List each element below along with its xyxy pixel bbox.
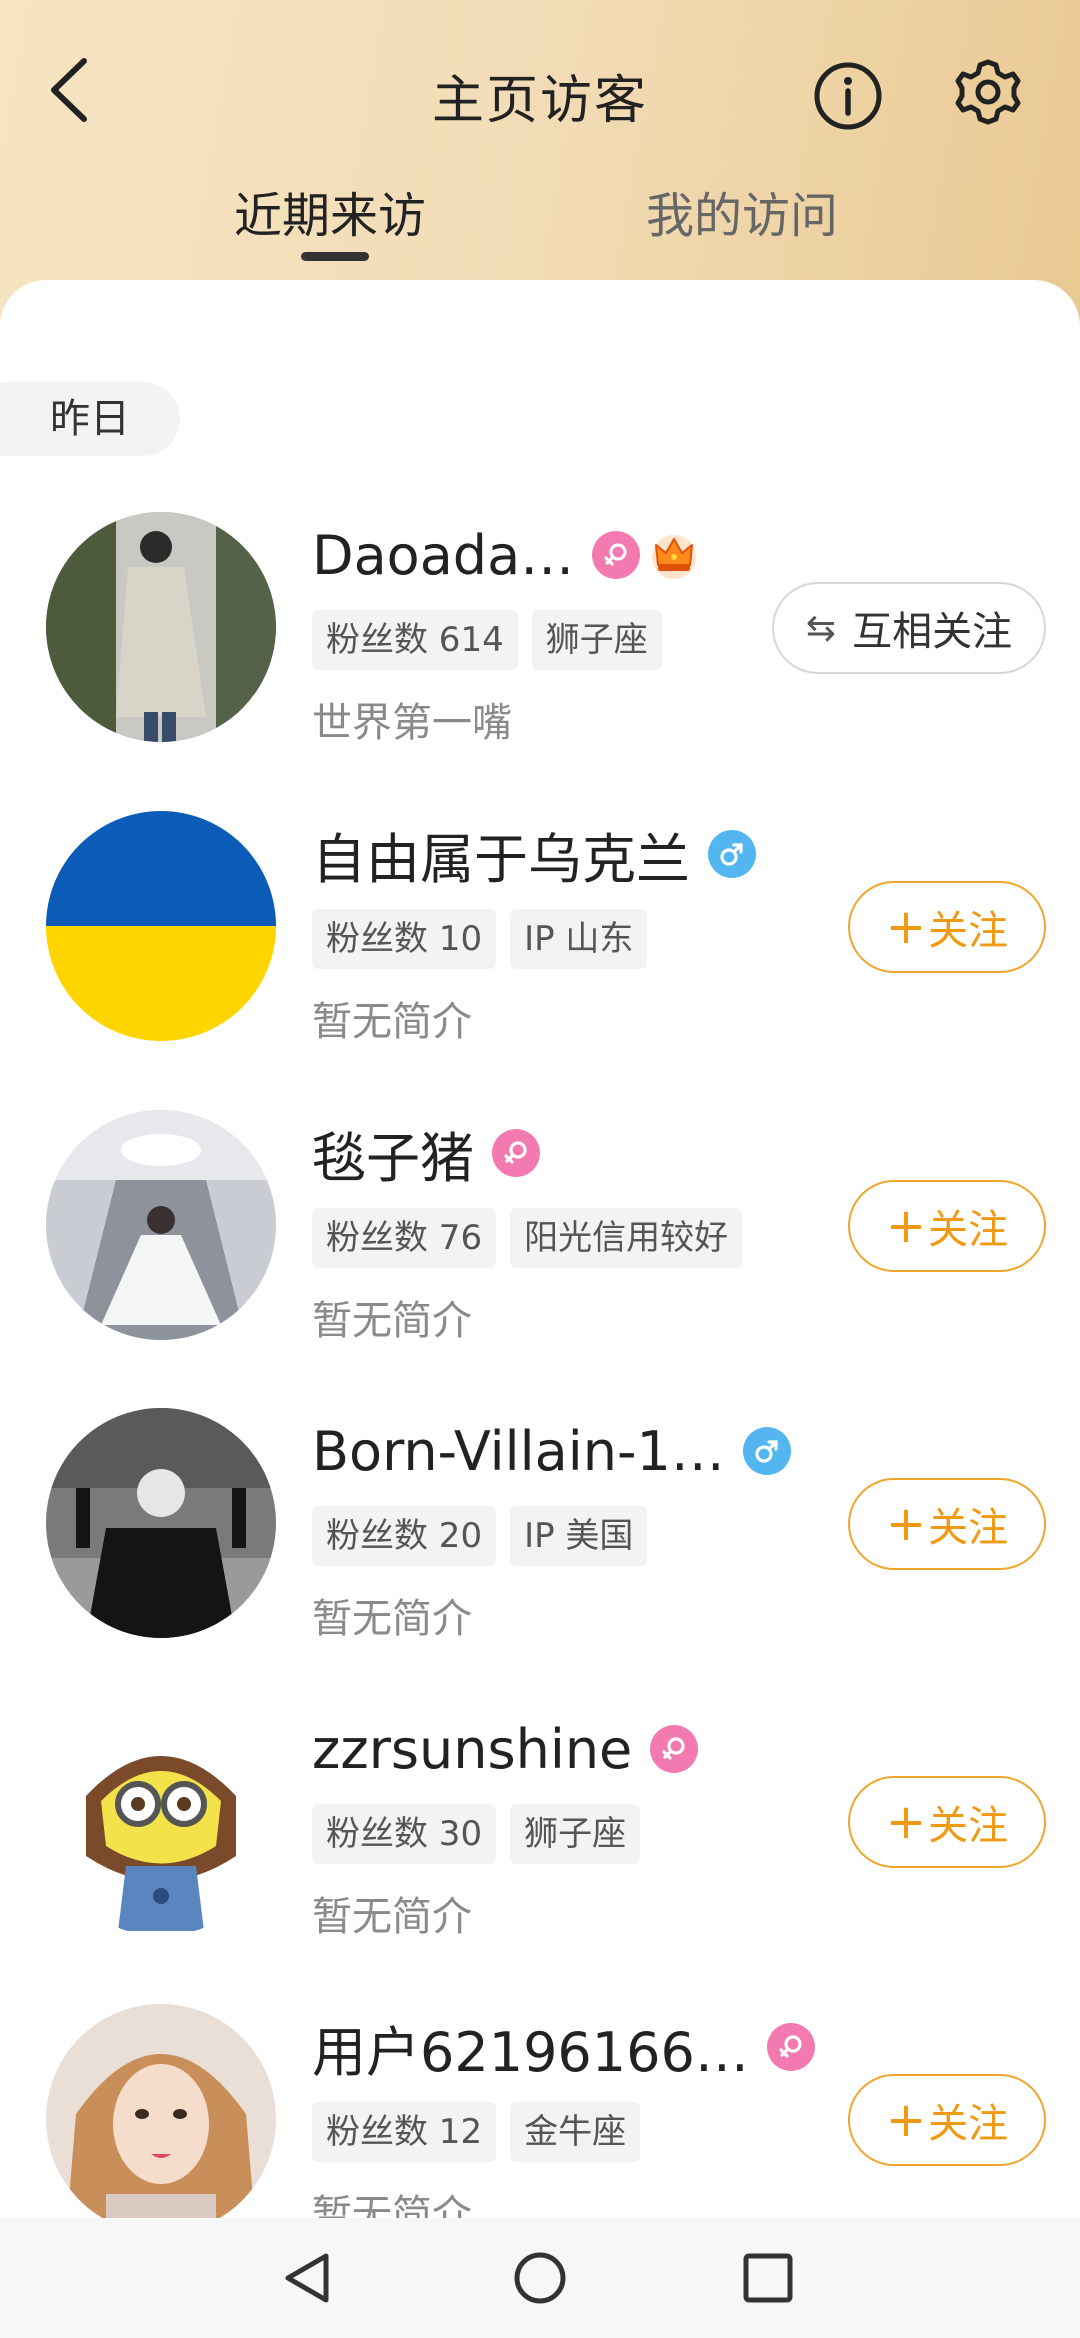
nav-back-button[interactable] bbox=[268, 2238, 348, 2318]
female-icon bbox=[650, 1725, 699, 1773]
female-icon bbox=[592, 531, 641, 579]
visitor-name[interactable]: Born-Villain-1… bbox=[312, 1420, 725, 1483]
name-line: 用户62196166… bbox=[312, 2014, 815, 2084]
nav-home-button[interactable] bbox=[500, 2238, 580, 2318]
tab-my-visits[interactable]: 我的访问 bbox=[646, 176, 838, 246]
plus-icon: + bbox=[885, 2092, 927, 2148]
follow-label: 关注 bbox=[928, 1207, 1009, 1253]
list-item[interactable]: zzrsunshine 粉丝数 30 狮子座 暂无简介 + 关注 bbox=[0, 1706, 1080, 2006]
page-title: 主页访客 bbox=[431, 71, 648, 131]
tag-list: 粉丝数 10 IP 山东 bbox=[312, 909, 661, 969]
header: 主页访客 bbox=[0, 0, 1080, 190]
avatar[interactable] bbox=[46, 1110, 276, 1340]
female-icon bbox=[492, 1129, 540, 1177]
visitor-list-panel: 昨日 Daoada… 粉丝数 614 狮子座 世界第一嘴 ⇆ 互相关注 自由属于… bbox=[0, 280, 1080, 2338]
follower-count-tag: 粉丝数 30 bbox=[312, 1804, 497, 1864]
name-line: 自由属于乌克兰 bbox=[312, 821, 756, 891]
male-icon bbox=[708, 830, 756, 878]
visitor-bio: 暂无简介 bbox=[312, 1298, 472, 1344]
visitor-name[interactable]: 用户62196166… bbox=[312, 2008, 749, 2087]
section-date-label: 昨日 bbox=[0, 382, 180, 456]
follow-label: 关注 bbox=[928, 1505, 1009, 1551]
follower-count-tag: 粉丝数 614 bbox=[312, 610, 518, 670]
info-tag: IP 美国 bbox=[510, 1506, 648, 1566]
info-icon bbox=[814, 62, 882, 130]
visitor-name[interactable]: 自由属于乌克兰 bbox=[312, 815, 690, 894]
female-icon bbox=[766, 2023, 815, 2071]
name-line: 毯子猪 bbox=[312, 1120, 540, 1190]
tab-recent-visitors[interactable]: 近期来访 bbox=[234, 176, 426, 246]
info-tag: 狮子座 bbox=[510, 1804, 641, 1864]
follow-label: 关注 bbox=[928, 1803, 1009, 1849]
avatar[interactable] bbox=[46, 512, 276, 742]
avatar[interactable] bbox=[46, 1706, 276, 1936]
settings-button[interactable] bbox=[952, 56, 1024, 128]
follow-label: 关注 bbox=[928, 908, 1009, 954]
nav-recents-button[interactable] bbox=[728, 2238, 808, 2318]
list-item[interactable]: 毯子猪 粉丝数 76 阳光信用较好 暂无简介 + 关注 bbox=[0, 1110, 1080, 1410]
avatar[interactable] bbox=[46, 811, 276, 1041]
info-button[interactable] bbox=[812, 60, 884, 132]
follower-count-tag: 粉丝数 10 bbox=[312, 909, 497, 969]
list-item[interactable]: Daoada… 粉丝数 614 狮子座 世界第一嘴 ⇆ 互相关注 bbox=[0, 512, 1080, 812]
visitor-bio: 世界第一嘴 bbox=[312, 700, 512, 746]
follow-button[interactable]: + 关注 bbox=[848, 2074, 1046, 2166]
tag-list: 粉丝数 76 阳光信用较好 bbox=[312, 1208, 756, 1268]
follow-button[interactable]: + 关注 bbox=[848, 881, 1046, 973]
square-recents-icon bbox=[743, 2253, 793, 2303]
follow-button[interactable]: + 关注 bbox=[848, 1776, 1046, 1868]
follower-count-tag: 粉丝数 20 bbox=[312, 1506, 497, 1566]
visitor-name[interactable]: zzrsunshine bbox=[312, 1718, 632, 1781]
info-tag: IP 山东 bbox=[510, 909, 648, 969]
system-navigation-bar bbox=[0, 2218, 1080, 2338]
avatar[interactable] bbox=[46, 1408, 276, 1638]
mutual-follow-label: 互相关注 bbox=[852, 609, 1013, 655]
visitor-bio: 暂无简介 bbox=[312, 1596, 472, 1642]
swap-arrows-icon: ⇆ bbox=[805, 607, 837, 649]
info-tag: 阳光信用较好 bbox=[510, 1208, 743, 1268]
list-item[interactable]: Born-Villain-1… 粉丝数 20 IP 美国 暂无简介 + 关注 bbox=[0, 1408, 1080, 1708]
back-button[interactable] bbox=[38, 52, 98, 128]
follower-count-tag: 粉丝数 76 bbox=[312, 1208, 497, 1268]
follow-label: 关注 bbox=[928, 2101, 1009, 2147]
avatar[interactable] bbox=[46, 2004, 276, 2234]
tag-list: 粉丝数 12 金牛座 bbox=[312, 2102, 654, 2162]
chevron-left-icon bbox=[51, 58, 87, 122]
info-tag: 金牛座 bbox=[510, 2102, 641, 2162]
info-tag: 狮子座 bbox=[531, 610, 662, 670]
visitor-bio: 暂无简介 bbox=[312, 1894, 472, 1940]
circle-home-icon bbox=[514, 2252, 566, 2304]
follow-button[interactable]: + 关注 bbox=[848, 1180, 1046, 1272]
plus-icon: + bbox=[885, 899, 927, 955]
tab-bar: 近期来访 我的访问 bbox=[0, 170, 1080, 280]
active-tab-indicator bbox=[301, 252, 369, 261]
male-icon bbox=[742, 1427, 791, 1475]
tag-list: 粉丝数 614 狮子座 bbox=[312, 610, 676, 670]
plus-icon: + bbox=[885, 1794, 927, 1850]
follow-button[interactable]: + 关注 bbox=[848, 1478, 1046, 1570]
follower-count-tag: 粉丝数 12 bbox=[312, 2102, 497, 2162]
name-line: zzrsunshine bbox=[312, 1716, 699, 1782]
plus-icon: + bbox=[885, 1198, 927, 1254]
triangle-back-icon bbox=[285, 2253, 329, 2303]
mutual-follow-button[interactable]: ⇆ 互相关注 bbox=[772, 582, 1046, 674]
visitor-bio: 暂无简介 bbox=[312, 999, 472, 1045]
visitor-name[interactable]: Daoada… bbox=[312, 524, 574, 587]
visitor-name[interactable]: 毯子猪 bbox=[312, 1114, 474, 1193]
gear-icon bbox=[955, 59, 1021, 125]
tag-list: 粉丝数 20 IP 美国 bbox=[312, 1506, 661, 1566]
crown-icon bbox=[652, 535, 697, 579]
name-line: Daoada… bbox=[312, 522, 700, 588]
name-line: Born-Villain-1… bbox=[312, 1418, 791, 1484]
list-item[interactable]: 自由属于乌克兰 粉丝数 10 IP 山东 暂无简介 + 关注 bbox=[0, 811, 1080, 1111]
plus-icon: + bbox=[885, 1496, 927, 1552]
tag-list: 粉丝数 30 狮子座 bbox=[312, 1804, 654, 1864]
